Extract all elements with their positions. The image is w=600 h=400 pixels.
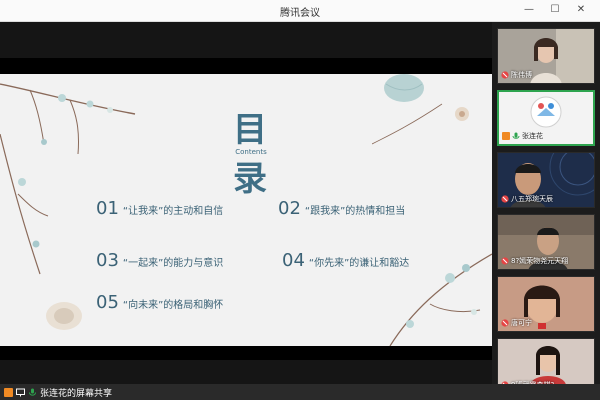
share-status-text: 张连花的屏幕共享 (40, 389, 113, 399)
toc-item: 01 “让我来”的主动和自信 (96, 198, 223, 219)
participant-label: 八五郑琬天辰 (501, 194, 553, 204)
toc-item: 03 “一起来”的能力与意识 (96, 250, 223, 271)
branch-decoration-left (0, 134, 49, 275)
participant-avatar-tile[interactable]: 张连花 (497, 90, 595, 146)
maximize-button[interactable]: ☐ (546, 2, 564, 18)
window-title: 腾讯会议 (280, 8, 320, 19)
toc-item: 04 “你先来”的谦让和豁达 (282, 250, 409, 271)
participant-label: 8?嫣荣物尧元天翔 (501, 256, 568, 266)
participant-name: 张连花 (522, 132, 543, 140)
participant-video-tile[interactable]: 唐可宁 (497, 276, 595, 332)
pinecone-decoration (46, 302, 82, 330)
bottom-status-bar: 张连花的屏幕共享 (0, 384, 600, 400)
mic-icon (512, 132, 520, 139)
toc-item: 02 “跟我来”的热情和担当 (278, 198, 405, 219)
toc-number: 03 (96, 250, 119, 271)
toc-text: “跟我来”的热情和担当 (304, 206, 406, 217)
participant-name: 唐可宁 (511, 319, 532, 327)
yarn-decoration-top-right (372, 74, 469, 145)
participant-name: 陈伟博 (511, 71, 532, 79)
participant-label: 唐可宁 (501, 318, 532, 328)
mic-muted-icon (501, 195, 509, 203)
participant-name: 8?嫣荣物尧元天翔 (511, 257, 569, 265)
branch-decoration-bottom-right (389, 253, 492, 346)
slide-subtitle: Contents (235, 148, 267, 156)
participant-label: 陈伟博 (501, 70, 532, 80)
screen-share-icon (16, 388, 25, 397)
toc-number: 02 (278, 198, 301, 219)
toc-text: “一起来”的能力与意识 (122, 258, 224, 269)
minimize-button[interactable]: — (520, 2, 538, 18)
letterbox-top (0, 58, 492, 74)
mic-muted-icon (501, 319, 509, 327)
toc-number: 04 (282, 250, 305, 271)
toc-text: “让我来”的主动和自信 (122, 206, 224, 217)
screen-share-area: 目录 Contents 01 “让我来”的主动和自信 02 “跟我来”的热情和担… (0, 22, 492, 384)
toc-number: 05 (96, 292, 119, 313)
participant-label: 张连花 (502, 131, 543, 141)
letterbox-bottom (0, 346, 492, 360)
participant-video-tile[interactable]: 陈伟博 (497, 28, 595, 84)
mic-icon (29, 388, 36, 396)
toc-item: 05 “向未来”的格局和胸怀 (96, 292, 223, 313)
video-feed (498, 339, 594, 385)
participant-video-tile[interactable]: 八五郑琬天辰 (497, 152, 595, 208)
mic-muted-icon (501, 71, 509, 79)
host-icon (502, 132, 510, 140)
title-bar: 腾讯会议 — ☐ ✕ (0, 0, 600, 22)
presentation-slide: 目录 Contents 01 “让我来”的主动和自信 02 “跟我来”的热情和担… (0, 74, 492, 346)
participant-video-tile[interactable]: 8?嫣荣物尧元天翔 (497, 214, 595, 270)
close-button[interactable]: ✕ (572, 2, 590, 18)
toc-text: “你先来”的谦让和豁达 (308, 258, 410, 269)
toc-number: 01 (96, 198, 119, 219)
host-icon (4, 388, 13, 397)
meeting-window: 腾讯会议 — ☐ ✕ 目录 Contents 01 “让我来”的主动和自信 02… (0, 0, 600, 400)
participant-name: 八五郑琬天辰 (511, 195, 553, 203)
participant-list: 陈伟博 张连花 八五郑琬天辰 8?嫣荣物尧元天翔 唐可宁 (492, 22, 600, 394)
mic-muted-icon (501, 257, 509, 265)
toc-text: “向未来”的格局和胸怀 (122, 300, 224, 311)
share-status[interactable]: 张连花的屏幕共享 (4, 386, 112, 399)
